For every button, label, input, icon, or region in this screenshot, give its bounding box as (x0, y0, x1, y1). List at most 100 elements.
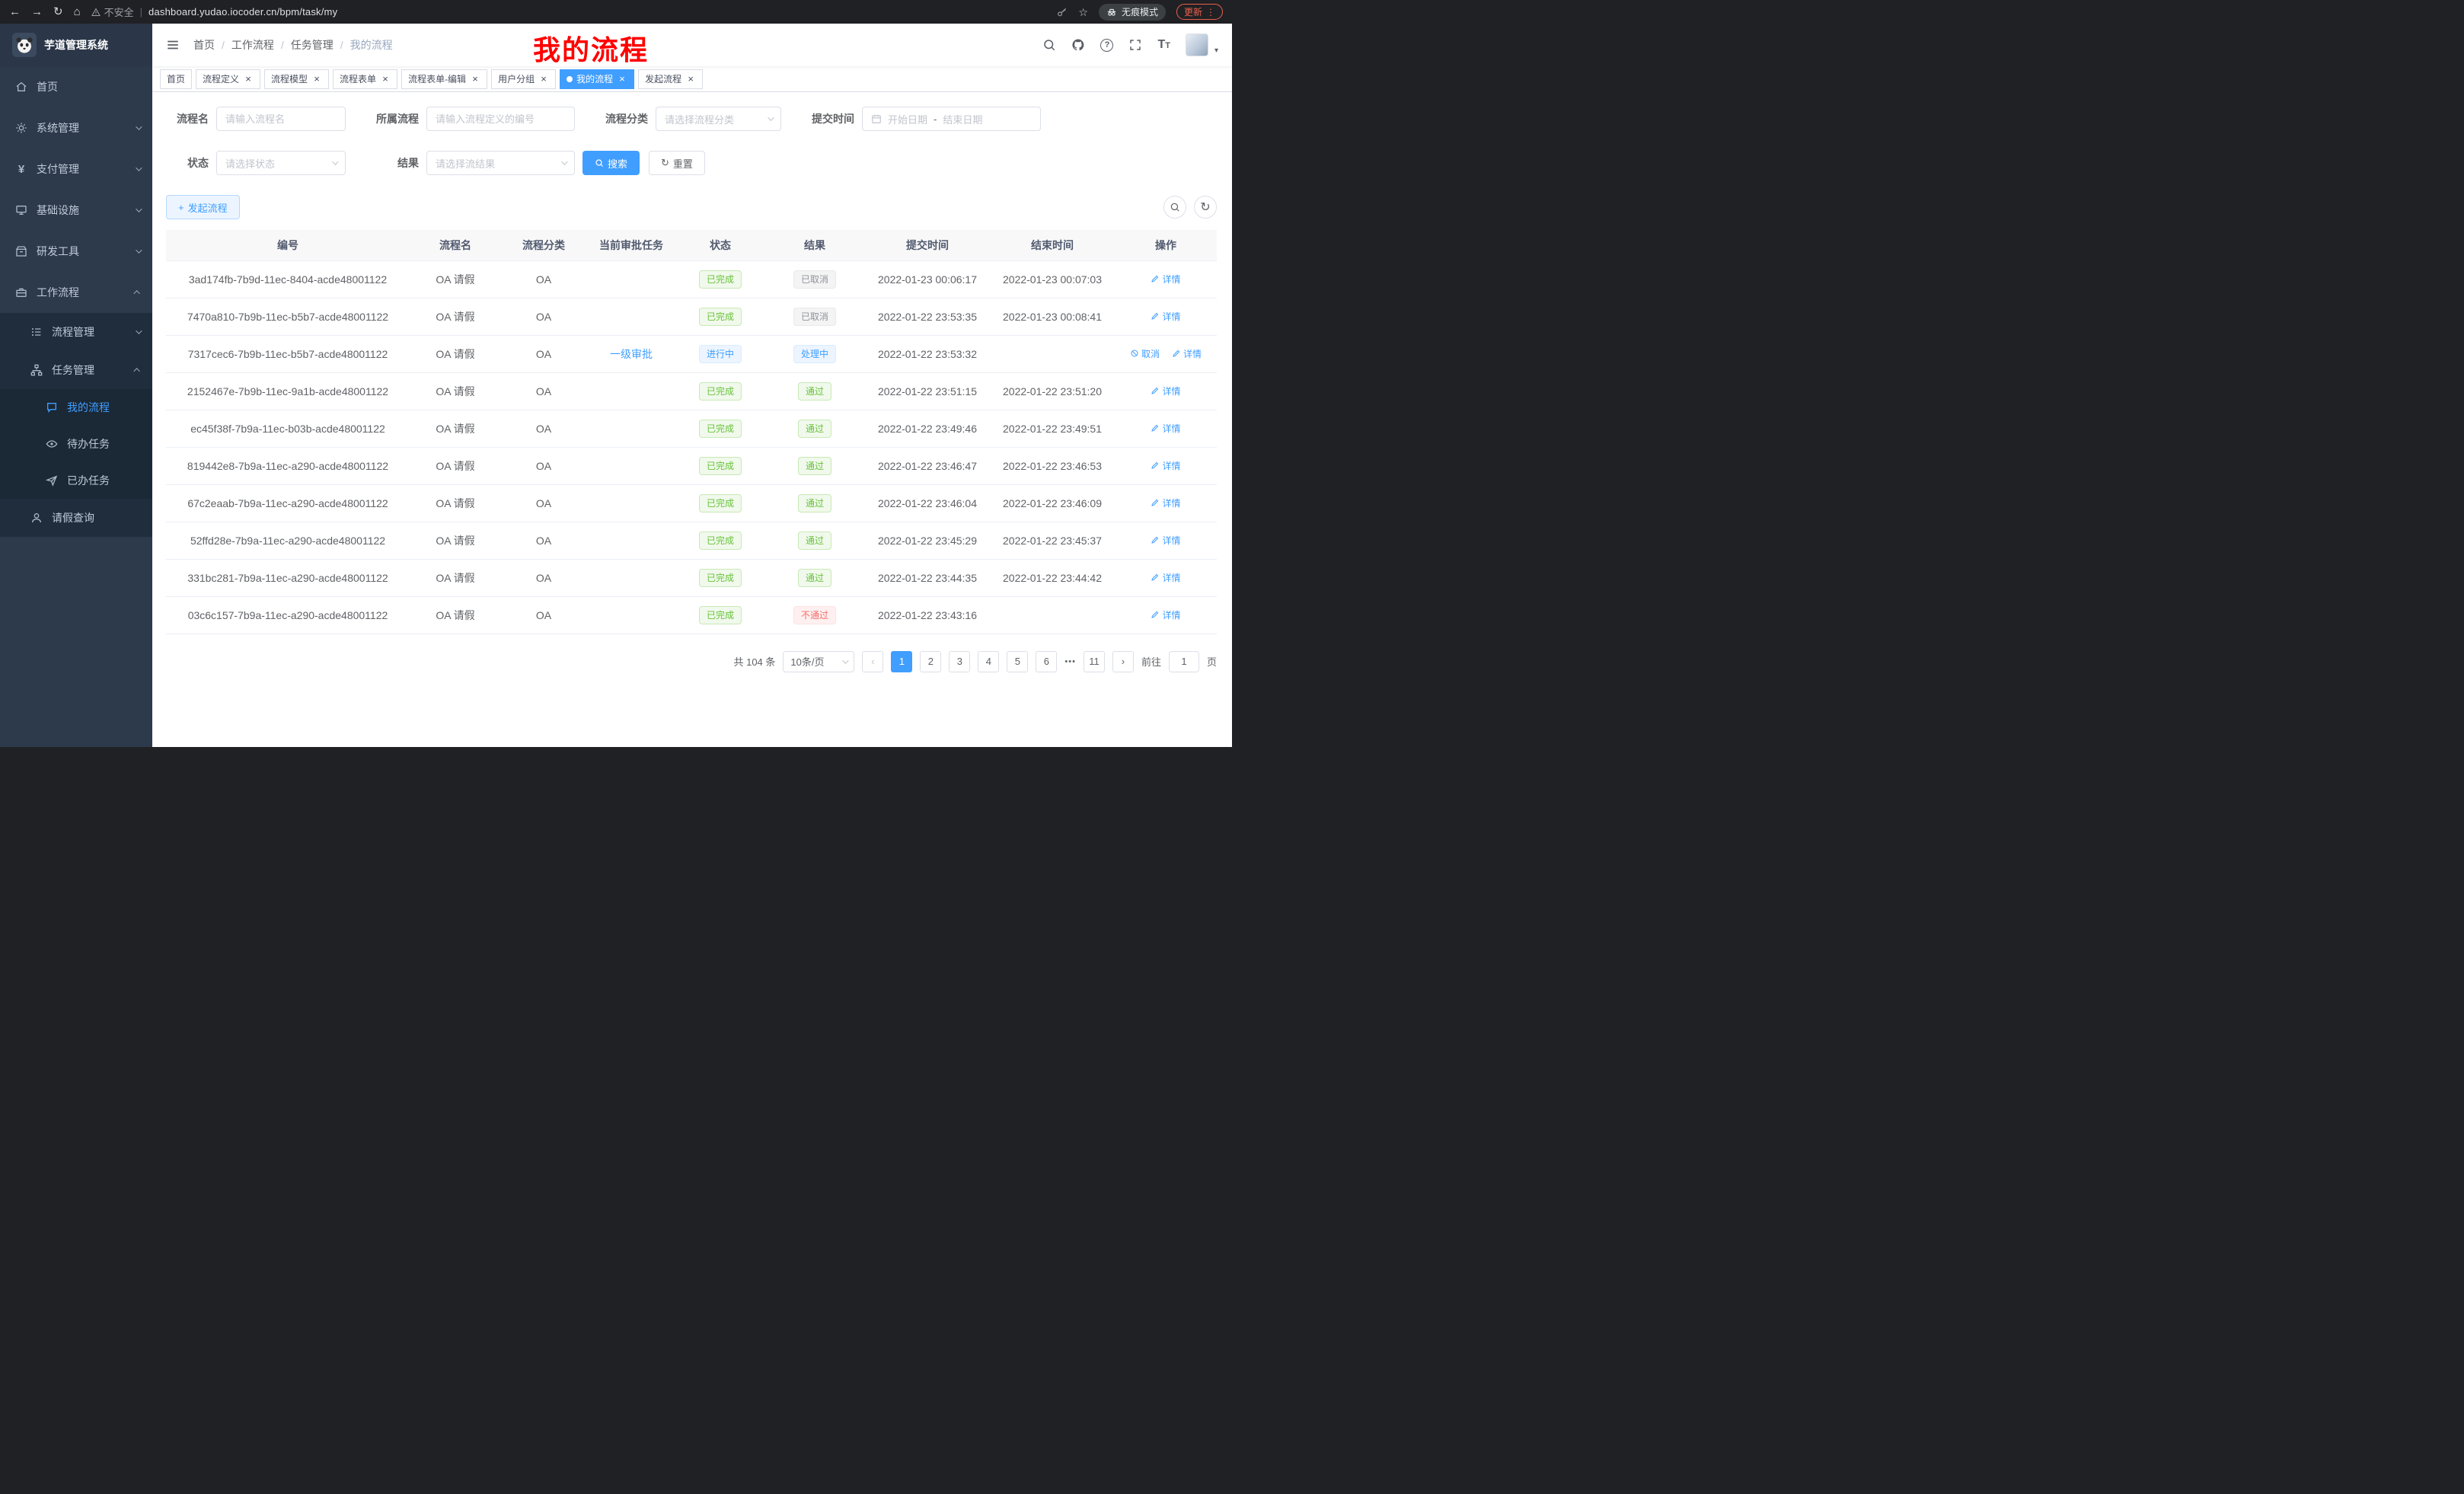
detail-link[interactable]: 详情 (1172, 347, 1202, 360)
status-select[interactable]: 请选择状态 (216, 151, 346, 175)
detail-link[interactable]: 详情 (1151, 534, 1180, 547)
font-size-icon[interactable]: TT (1157, 38, 1170, 52)
sidebar-item-label: 工作流程 (37, 285, 79, 300)
sidebar-item-process-management[interactable]: 流程管理 (0, 313, 152, 351)
toggle-search-button[interactable] (1163, 196, 1186, 219)
sidebar-item-done-task[interactable]: 已办任务 (0, 462, 152, 499)
submit-time-range-picker[interactable]: 开始日期 - 结束日期 (862, 107, 1041, 131)
close-icon[interactable]: × (311, 74, 322, 85)
sidebar-item-task-management[interactable]: 任务管理 (0, 351, 152, 389)
close-icon[interactable]: × (538, 74, 549, 85)
browser-home-icon[interactable]: ⌂ (74, 6, 81, 18)
page-size-select[interactable]: 10条/页 (783, 651, 854, 672)
help-icon[interactable]: ? (1100, 39, 1113, 52)
status-tag: 已完成 (699, 569, 742, 587)
next-page-button[interactable]: › (1112, 651, 1134, 672)
detail-link[interactable]: 详情 (1151, 422, 1180, 435)
url-text[interactable]: dashboard.yudao.iocoder.cn/bpm/task/my (148, 6, 337, 18)
close-icon[interactable]: × (470, 74, 480, 85)
cell-name: OA 请假 (410, 410, 501, 447)
cell-end-time: 2022-01-22 23:44:42 (990, 559, 1115, 596)
close-icon[interactable]: × (243, 74, 254, 85)
browser-reload-icon[interactable]: ↻ (53, 6, 63, 18)
detail-link[interactable]: 详情 (1151, 459, 1180, 472)
page-button-4[interactable]: 4 (978, 651, 999, 672)
breadcrumb-home[interactable]: 首页 (193, 37, 215, 53)
tab-process-form[interactable]: 流程表单× (333, 69, 397, 89)
result-tag: 通过 (798, 420, 831, 438)
reset-button[interactable]: ↻ 重置 (649, 151, 705, 175)
tab-user-group[interactable]: 用户分组× (491, 69, 556, 89)
tab-process-definition[interactable]: 流程定义× (196, 69, 260, 89)
result-tag: 通过 (798, 457, 831, 475)
goto-page-input[interactable] (1169, 651, 1199, 672)
browser-menu-icon[interactable]: ⋮ (1206, 7, 1215, 18)
sidebar-item-system[interactable]: 系统管理 (0, 107, 152, 148)
cell-result: 通过 (764, 484, 865, 522)
tab-start-process[interactable]: 发起流程× (638, 69, 703, 89)
category-select[interactable]: 请选择流程分类 (656, 107, 781, 131)
search-button[interactable]: 搜索 (582, 151, 640, 175)
close-icon[interactable]: × (617, 74, 627, 85)
process-name-input[interactable] (216, 107, 346, 131)
refresh-table-button[interactable]: ↻ (1194, 196, 1217, 219)
browser-forward-icon[interactable]: → (31, 6, 43, 18)
prev-page-button[interactable]: ‹ (862, 651, 883, 672)
tab-process-form-edit[interactable]: 流程表单-编辑× (401, 69, 487, 89)
page-button-3[interactable]: 3 (949, 651, 970, 672)
tab-label: 首页 (167, 72, 185, 85)
user-avatar[interactable] (1186, 34, 1208, 56)
detail-link[interactable]: 详情 (1151, 273, 1180, 286)
cancel-link[interactable]: 取消 (1130, 347, 1160, 360)
cell-id: 2152467e-7b9b-11ec-9a1b-acde48001122 (166, 372, 410, 410)
detail-link[interactable]: 详情 (1151, 496, 1180, 509)
detail-link[interactable]: 详情 (1151, 310, 1180, 323)
avatar-caret-icon[interactable]: ▾ (1214, 46, 1218, 56)
sidebar-item-my-process[interactable]: 我的流程 (0, 389, 152, 426)
detail-link[interactable]: 详情 (1151, 608, 1180, 621)
page-button-6[interactable]: 6 (1036, 651, 1057, 672)
result-tag: 通过 (798, 532, 831, 550)
page-button-11[interactable]: 11 (1084, 651, 1105, 672)
address-bar[interactable]: 不安全 | dashboard.yudao.iocoder.cn/bpm/tas… (91, 5, 1047, 19)
more-pages-icon[interactable]: ••• (1064, 657, 1076, 666)
create-process-button[interactable]: + 发起流程 (166, 195, 240, 219)
cell-category: OA (501, 447, 586, 484)
github-icon[interactable] (1071, 38, 1085, 52)
detail-link[interactable]: 详情 (1151, 385, 1180, 397)
page-button-1[interactable]: 1 (891, 651, 912, 672)
tab-process-model[interactable]: 流程模型× (264, 69, 329, 89)
sidebar-item-infrastructure[interactable]: 基础设施 (0, 190, 152, 231)
process-def-input[interactable] (426, 107, 575, 131)
page-button-5[interactable]: 5 (1007, 651, 1028, 672)
sidebar-item-leave-query[interactable]: 请假查询 (0, 499, 152, 537)
browser-update-button[interactable]: 更新 ⋮ (1176, 4, 1223, 20)
key-icon[interactable] (1057, 7, 1068, 18)
sidebar-item-home[interactable]: 首页 (0, 66, 152, 107)
browser-back-icon[interactable]: ← (9, 6, 21, 18)
hamburger-icon[interactable] (166, 38, 180, 52)
close-icon[interactable]: × (685, 74, 696, 85)
tab-home[interactable]: 首页 (160, 69, 192, 89)
monitor-icon (15, 204, 27, 216)
bookmark-star-icon[interactable]: ☆ (1078, 7, 1088, 18)
current-task-link[interactable]: 一级审批 (610, 348, 653, 360)
sidebar-item-devtools[interactable]: 研发工具 (0, 231, 152, 272)
breadcrumb-workflow[interactable]: 工作流程 (231, 37, 274, 53)
tab-my-process[interactable]: 我的流程× (560, 69, 634, 89)
sidebar-item-workflow[interactable]: 工作流程 (0, 272, 152, 313)
sidebar-item-label: 已办任务 (67, 473, 110, 488)
cell-actions: 详情 (1115, 410, 1217, 447)
cell-result: 处理中 (764, 335, 865, 372)
page-button-2[interactable]: 2 (920, 651, 941, 672)
fullscreen-icon[interactable] (1128, 38, 1142, 52)
result-select[interactable]: 请选择流结果 (426, 151, 575, 175)
chat-bubble-icon (46, 401, 58, 413)
sidebar-item-payment[interactable]: ¥ 支付管理 (0, 148, 152, 190)
detail-link[interactable]: 详情 (1151, 571, 1180, 584)
search-icon[interactable] (1042, 38, 1056, 52)
sidebar-item-todo-task[interactable]: 待办任务 (0, 426, 152, 462)
close-icon[interactable]: × (380, 74, 391, 85)
not-secure-indicator[interactable]: 不安全 (91, 5, 134, 19)
breadcrumb-task-management[interactable]: 任务管理 (291, 37, 334, 53)
